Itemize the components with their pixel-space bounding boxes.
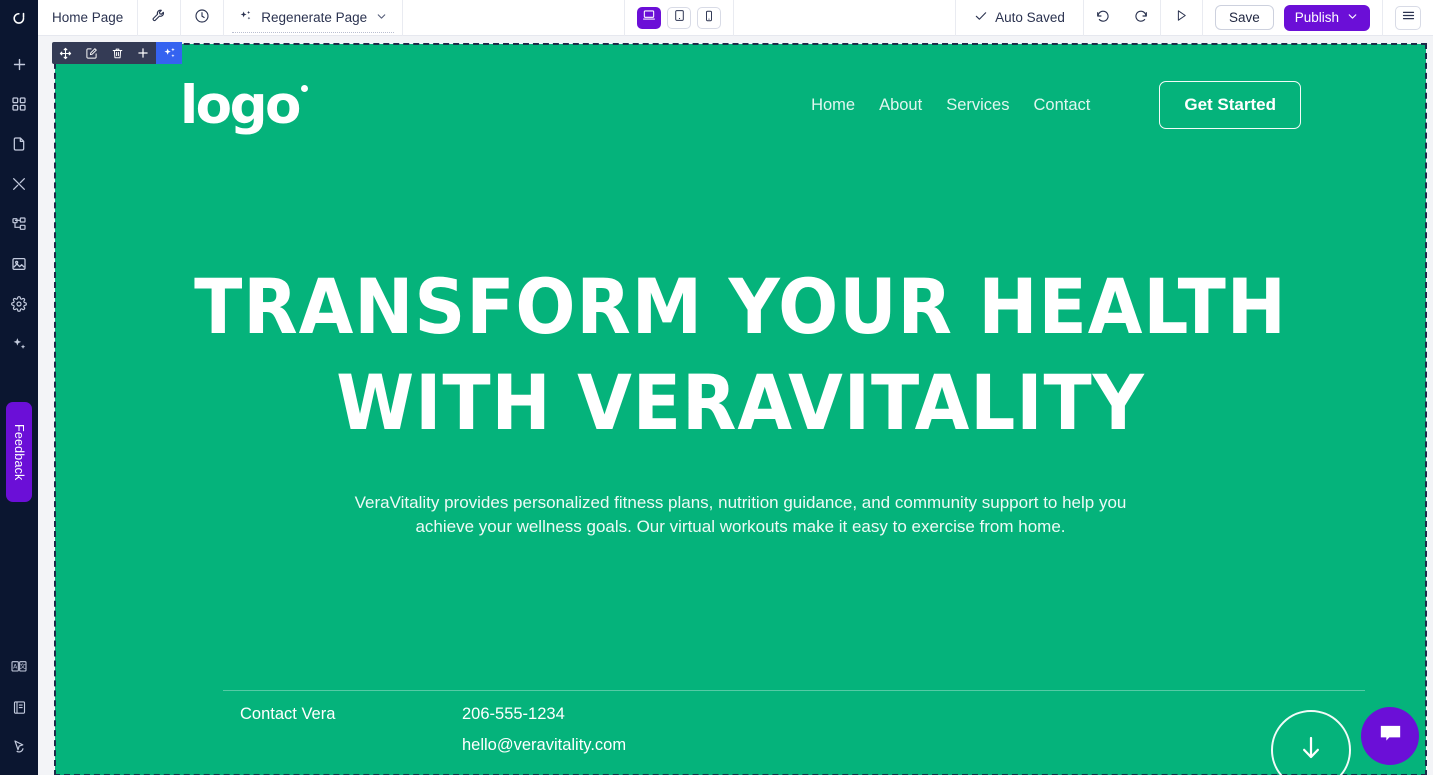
logo-dot-icon — [300, 84, 308, 92]
svg-text:A: A — [13, 664, 18, 671]
chat-bubble-icon — [1377, 720, 1404, 752]
wrench-icon — [151, 8, 167, 27]
tablet-icon — [673, 9, 686, 27]
svg-text:文: 文 — [20, 663, 26, 671]
check-icon — [974, 9, 988, 26]
nav-item-home[interactable]: Home — [811, 96, 855, 115]
tablet-view-button[interactable] — [667, 6, 692, 29]
left-rail: Feedback A 文 — [0, 0, 38, 775]
contact-label: Contact Vera — [240, 705, 336, 723]
publish-label: Publish — [1294, 10, 1340, 25]
add-plus-icon[interactable] — [130, 42, 156, 64]
save-button[interactable]: Save — [1214, 5, 1274, 30]
play-icon — [1174, 8, 1189, 28]
tools-button[interactable] — [138, 0, 182, 36]
redo-button[interactable] — [1122, 0, 1160, 36]
page-name-label: Home Page — [52, 10, 124, 25]
edit-pencil-icon[interactable] — [78, 42, 104, 64]
publish-actions: Save Publish — [1203, 0, 1384, 36]
phone-icon — [703, 9, 715, 27]
clock-icon — [194, 8, 210, 27]
site-nav: Home About Services Contact Get Started — [811, 81, 1301, 129]
top-toolbar: Home Page Regenerate Page Auto Saved Sav… — [38, 0, 1433, 36]
sidebar-item-settings[interactable] — [0, 284, 38, 324]
delete-trash-icon[interactable] — [104, 42, 130, 64]
page-name-button[interactable]: Home Page — [38, 0, 139, 36]
device-preview-group — [625, 0, 735, 36]
sidebar-item-design[interactable] — [0, 164, 38, 204]
sidebar-item-pages[interactable] — [0, 124, 38, 164]
arrow-down-icon — [1296, 733, 1326, 768]
undo-icon — [1095, 8, 1111, 27]
hamburger-icon — [1401, 8, 1416, 28]
chevron-down-icon — [1346, 10, 1359, 26]
scroll-down-button[interactable] — [1271, 710, 1351, 775]
regenerate-underline — [232, 31, 395, 33]
publish-button[interactable]: Publish — [1283, 4, 1371, 31]
autosave-label: Auto Saved — [995, 10, 1065, 25]
desktop-view-button[interactable] — [637, 6, 662, 29]
sidebar-item-layout[interactable] — [0, 204, 38, 244]
history-button[interactable] — [181, 0, 225, 36]
sidebar-item-add[interactable] — [0, 44, 38, 84]
hero-headline[interactable]: Transform Your Health with VeraVitality — [187, 259, 1295, 451]
sidebar-item-tour[interactable] — [0, 727, 38, 767]
redo-icon — [1133, 8, 1149, 27]
canvas-area: logo Home About Services Contact Get Sta… — [38, 36, 1433, 775]
site-logo[interactable]: logo — [180, 79, 308, 132]
regenerate-page-button[interactable]: Regenerate Page — [224, 0, 404, 36]
get-started-button[interactable]: Get Started — [1159, 81, 1301, 129]
nav-item-about[interactable]: About — [879, 96, 922, 115]
sparkles-icon — [238, 9, 253, 27]
contact-email[interactable]: hello@veravitality.com — [462, 736, 626, 755]
toolbar-spacer-left — [403, 0, 626, 36]
nav-item-services[interactable]: Services — [946, 96, 1009, 115]
autosave-status: Auto Saved — [956, 0, 1084, 36]
laptop-icon — [642, 8, 656, 27]
sidebar-item-guide[interactable] — [0, 687, 38, 727]
contact-divider — [223, 690, 1365, 691]
element-toolbar — [52, 42, 182, 64]
sidebar-item-ai-assist[interactable] — [0, 324, 38, 364]
site-header: logo Home About Services Contact Get Sta… — [55, 44, 1426, 166]
contact-block: Contact Vera 206-555-1234 hello@veravita… — [240, 705, 626, 755]
app-logo[interactable] — [0, 0, 38, 36]
contact-phone[interactable]: 206-555-1234 — [462, 705, 626, 724]
hero-subtext[interactable]: VeraVitality provides personalized fitne… — [346, 491, 1136, 539]
rail-bottom-group: A 文 — [0, 647, 38, 775]
chat-widget-button[interactable] — [1361, 707, 1419, 765]
undo-button[interactable] — [1084, 0, 1122, 36]
toolbar-spacer-right — [734, 0, 957, 36]
history-controls — [1084, 0, 1161, 36]
feedback-label: Feedback — [12, 423, 26, 481]
mobile-view-button[interactable] — [697, 6, 722, 29]
preview-button[interactable] — [1161, 0, 1203, 36]
app-root: Feedback A 文 Home Page Regenerate Page A… — [0, 0, 1433, 775]
contact-values: 206-555-1234 hello@veravitality.com — [462, 705, 626, 755]
feedback-button[interactable]: Feedback — [6, 402, 32, 502]
move-handle-icon[interactable] — [52, 42, 78, 64]
site-logo-text: logo — [180, 74, 301, 136]
nav-item-contact[interactable]: Contact — [1033, 96, 1090, 115]
sidebar-item-media[interactable] — [0, 244, 38, 284]
sidebar-item-translate[interactable]: A 文 — [0, 647, 38, 687]
main-menu-button[interactable] — [1395, 5, 1422, 30]
sidebar-item-sections[interactable] — [0, 84, 38, 124]
hero-section: Transform Your Health with VeraVitality … — [55, 259, 1426, 539]
chevron-down-icon[interactable] — [375, 10, 388, 26]
regenerate-page-label: Regenerate Page — [261, 10, 368, 25]
site-preview[interactable]: logo Home About Services Contact Get Sta… — [54, 43, 1427, 775]
ai-sparkles-icon[interactable] — [156, 42, 182, 64]
